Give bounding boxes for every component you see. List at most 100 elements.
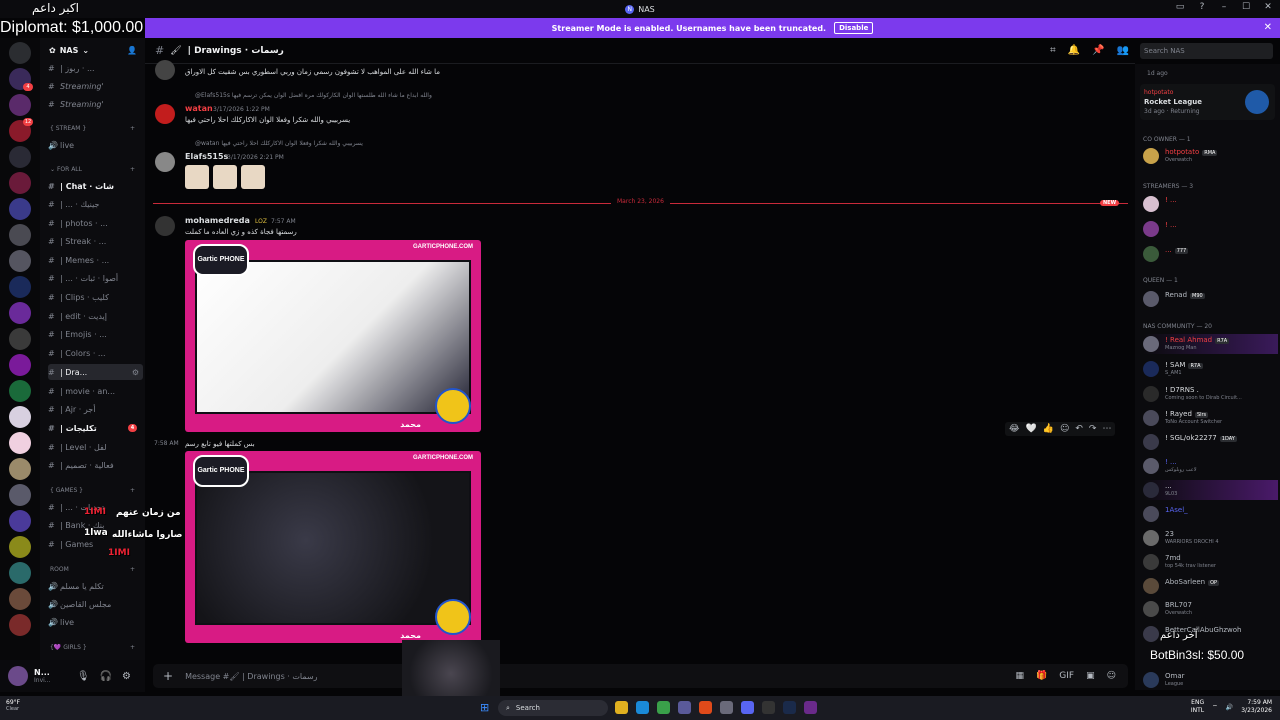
member-item[interactable]: ! SGL/ok22277 1DAY xyxy=(1143,432,1278,452)
gift-icon[interactable]: 🎁 xyxy=(1036,671,1047,681)
server-icon[interactable] xyxy=(9,224,31,246)
language-indicator[interactable]: ENG INTL xyxy=(1191,699,1204,715)
member-item[interactable]: ! SAM R7A S_AM1 xyxy=(1143,359,1278,379)
server-icon[interactable] xyxy=(9,536,31,558)
channel-item[interactable]: 🔊 live xyxy=(48,137,143,153)
server-icon[interactable] xyxy=(9,354,31,376)
file-explorer-icon[interactable] xyxy=(615,701,628,714)
member-item[interactable]: ! Real Ahmad R7A Maznog Man xyxy=(1143,334,1278,354)
channel-item[interactable]: # | ... · أصوا · ثبات xyxy=(48,270,143,286)
channel-item[interactable]: # | movie · an... xyxy=(48,383,143,399)
channel-item[interactable]: # | photos · ... xyxy=(48,215,143,231)
brave-icon[interactable] xyxy=(699,701,712,714)
headphones-icon[interactable]: 🎧 xyxy=(100,671,112,682)
member-item[interactable]: ! Rayed Slrs ToNo Account Switcher xyxy=(1143,408,1278,428)
server-icon[interactable] xyxy=(9,198,31,220)
member-item[interactable]: Renad M90 xyxy=(1143,289,1278,309)
reply-icon[interactable]: ↶ xyxy=(1075,424,1083,434)
emoji-icon[interactable]: ☺ xyxy=(1107,671,1116,681)
server-icon[interactable] xyxy=(9,146,31,168)
member-list-icon[interactable]: 👥 xyxy=(1117,45,1129,56)
channel-item[interactable]: # Streaming' xyxy=(48,96,143,112)
add-reaction-icon[interactable]: ☺ xyxy=(1060,424,1069,434)
server-icon[interactable] xyxy=(9,458,31,480)
server-icon[interactable] xyxy=(9,510,31,532)
store-icon[interactable] xyxy=(678,701,691,714)
sticker-image[interactable] xyxy=(213,165,237,189)
volume-icon[interactable]: 🔊 xyxy=(1226,704,1233,711)
member-item[interactable]: 1Asel_ xyxy=(1143,504,1278,524)
channel-item[interactable]: # | ربوز · ... xyxy=(48,60,143,76)
message-author[interactable]: Elafs515s xyxy=(185,152,228,161)
member-item[interactable]: ! ... xyxy=(1143,194,1278,214)
channel-item[interactable]: # | ... · جينيك xyxy=(48,196,143,212)
channel-item[interactable]: # | تكليجات 4 xyxy=(48,420,143,436)
member-item[interactable]: ! ... لاعب روبلوكس xyxy=(1143,456,1278,476)
emoji-reaction-icon[interactable]: 😂 xyxy=(1009,424,1020,434)
member-item[interactable]: ... 9L03 xyxy=(1143,480,1278,500)
activity-card[interactable]: hotpotato Rocket League 3d ago · Returni… xyxy=(1140,84,1275,120)
microphone-icon[interactable]: 🎙 xyxy=(77,671,90,682)
member-item[interactable]: ! ... xyxy=(1143,219,1278,239)
channel-item[interactable]: # | Clips · كليب xyxy=(48,289,143,305)
member-item[interactable]: Omar League xyxy=(1143,670,1278,690)
pin-icon[interactable]: 📌 xyxy=(1092,45,1104,56)
server-icon[interactable] xyxy=(9,276,31,298)
voice-channel-item[interactable]: 🔊 تكلم يا مسلم xyxy=(48,578,143,594)
channel-item[interactable]: # | Ajr · أجر xyxy=(48,401,143,417)
member-item[interactable]: 7md top 54k trav listener xyxy=(1143,552,1278,572)
category-games[interactable]: { GAMES } + xyxy=(50,487,135,494)
category-room[interactable]: Room + xyxy=(50,566,135,573)
message-author[interactable]: watan xyxy=(185,104,213,113)
inbox-icon[interactable]: ▭ xyxy=(1174,2,1186,12)
server-icon[interactable] xyxy=(9,484,31,506)
message-composer[interactable]: + Message #🖌 | Drawings · رسمات ▦ 🎁 GIF … xyxy=(153,664,1128,688)
gear-icon[interactable]: ⚙ xyxy=(122,671,131,682)
channel-item[interactable]: # | Emojis · ... xyxy=(48,326,143,342)
thumbs-up-icon[interactable]: 👍 xyxy=(1043,424,1054,434)
steam-icon[interactable] xyxy=(783,701,796,714)
member-item[interactable]: ! D7RNS . Coming soon to Dirab Circuit..… xyxy=(1143,384,1278,404)
server-icon[interactable] xyxy=(9,432,31,454)
member-item[interactable]: ... 777 xyxy=(1143,244,1278,264)
more-icon[interactable]: ⋯ xyxy=(1102,424,1111,434)
avatar[interactable] xyxy=(8,666,28,686)
sticker-icon[interactable]: ▣ xyxy=(1086,671,1095,681)
category-stream[interactable]: { STREAM } + xyxy=(50,125,135,132)
bell-icon[interactable]: 🔔 xyxy=(1068,45,1080,56)
voice-channel-item[interactable]: 🔊 live xyxy=(48,614,143,630)
gartic-image-2[interactable]: GARTICPHONE.COM Gartic PHONE محمد xyxy=(185,451,481,643)
obs-icon[interactable] xyxy=(762,701,775,714)
server-icon[interactable] xyxy=(9,250,31,272)
member-item[interactable]: 23 WARRIORS OROCHI 4 xyxy=(1143,528,1278,548)
channel-item[interactable]: # | Streak · ... xyxy=(48,233,143,249)
category-girls[interactable]: {💜 girls } + xyxy=(50,644,135,651)
banner-close-icon[interactable]: ✕ xyxy=(1264,22,1272,33)
channel-item-drawings[interactable]: # | Dra... ⚙ xyxy=(48,364,143,380)
member-item[interactable]: BRL707 Overwatch xyxy=(1143,599,1278,619)
wifi-icon[interactable]: ⌔ xyxy=(1212,703,1218,711)
category-for-all[interactable]: ⌄ For All + xyxy=(50,166,135,173)
server-icon[interactable] xyxy=(9,614,31,636)
search-input[interactable]: Search NAS xyxy=(1140,43,1273,59)
settings-icon[interactable]: ⚙ xyxy=(132,368,139,377)
message-input[interactable]: Message #🖌 | Drawings · رسمات xyxy=(185,672,317,681)
help-icon[interactable]: ? xyxy=(1196,2,1208,12)
gartic-image-1[interactable]: GARTICPHONE.COM Gartic PHONE محمد xyxy=(185,240,481,432)
discord-app-icon[interactable] xyxy=(741,701,754,714)
server-icon[interactable] xyxy=(9,562,31,584)
maximize-button[interactable]: ☐ xyxy=(1240,2,1252,12)
channel-item[interactable]: # | Memes · ... xyxy=(48,252,143,268)
heart-reaction-icon[interactable]: 🤍 xyxy=(1026,424,1037,434)
channel-item[interactable]: # | Chat · شات xyxy=(48,178,143,194)
windows-start-icon[interactable]: ⊞ xyxy=(480,701,492,714)
taskbar-search[interactable]: ⌕ Search xyxy=(498,700,608,716)
channel-item[interactable]: # | edit · إيديت xyxy=(48,308,143,324)
apps-icon[interactable]: ▦ xyxy=(1016,671,1025,681)
server-icon[interactable] xyxy=(9,328,31,350)
channel-item[interactable]: # | فعالية · تصميم xyxy=(48,457,143,473)
threads-icon[interactable]: ⌗ xyxy=(1050,45,1056,56)
app-icon[interactable] xyxy=(804,701,817,714)
server-icon[interactable] xyxy=(9,172,31,194)
server-icon[interactable] xyxy=(9,42,31,64)
